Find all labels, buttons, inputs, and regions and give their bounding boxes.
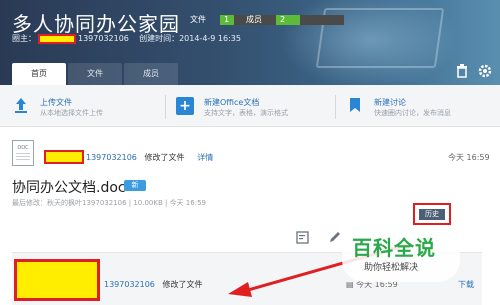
watermark: 百科全说 助你轻松解决 xyxy=(342,226,460,282)
watermark-subtitle: 助你轻松解决 xyxy=(364,263,419,273)
watermark-title: 百科全说 xyxy=(352,236,436,260)
